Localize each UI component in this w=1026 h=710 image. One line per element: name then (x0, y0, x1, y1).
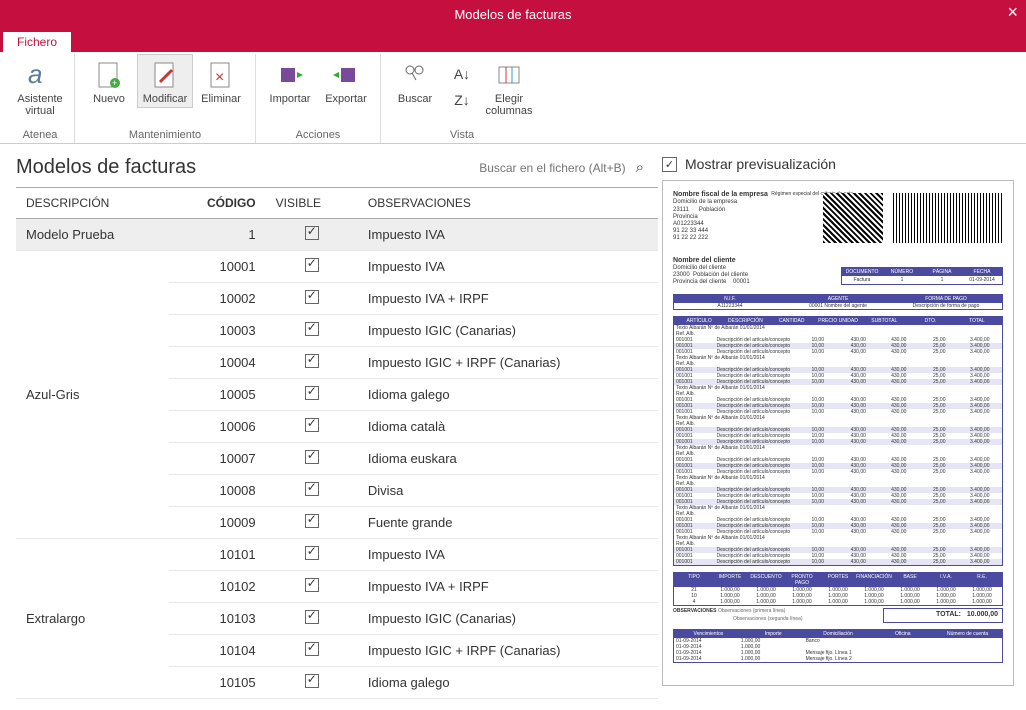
assistant-button[interactable]: a Asistente virtual (12, 54, 68, 120)
sort-desc-icon: Z↓ (454, 91, 470, 109)
group-cell: Azul-Gris (16, 251, 169, 539)
col-visible[interactable]: VISIBLE (266, 188, 358, 219)
group-actions: Acciones (296, 129, 341, 143)
svg-text:+: + (112, 78, 117, 88)
search-input[interactable] (456, 161, 626, 175)
ribbon-tabs: Fichero (0, 28, 1026, 52)
search-button[interactable]: Buscar (387, 54, 443, 108)
export-icon (333, 57, 359, 93)
sort-desc-button[interactable]: Z↓ (445, 88, 479, 112)
ribbon: a Asistente virtual Atenea +Nuevo Modifi… (0, 52, 1026, 144)
modify-button[interactable]: Modificar (137, 54, 193, 108)
delete-button[interactable]: ×Eliminar (193, 54, 249, 108)
group-maint: Mantenimiento (129, 129, 201, 143)
visible-checkbox[interactable] (305, 578, 319, 592)
search-magnifier-icon[interactable]: ⌕ (636, 159, 644, 176)
search-icon (402, 57, 428, 93)
delete-icon: × (208, 57, 234, 93)
preview-checkbox[interactable]: ✓ (662, 157, 677, 172)
table-row[interactable]: Extralargo10101Impuesto IVA (16, 539, 658, 571)
export-button[interactable]: Exportar (318, 54, 374, 108)
sort-asc-button[interactable]: A↓ (445, 62, 479, 86)
visible-checkbox[interactable] (305, 514, 319, 528)
visible-checkbox[interactable] (305, 290, 319, 304)
columns-icon (496, 57, 522, 93)
visible-checkbox[interactable] (305, 386, 319, 400)
assistant-icon: a (26, 57, 54, 93)
columns-button[interactable]: Elegir columnas (481, 54, 537, 120)
table-row[interactable]: Modelo Prueba1Impuesto IVA (16, 219, 658, 251)
visible-checkbox[interactable] (305, 546, 319, 560)
col-obs[interactable]: OBSERVACIONES (358, 188, 658, 219)
barcode-icon (893, 193, 1003, 243)
visible-checkbox[interactable] (305, 258, 319, 272)
new-icon: + (96, 57, 122, 93)
visible-checkbox[interactable] (305, 642, 319, 656)
sort-asc-icon: A↓ (454, 65, 470, 83)
invoice-preview: Nombre fiscal de la empresa Domicilio de… (662, 180, 1014, 686)
table-row[interactable]: Azul-Gris10001Impuesto IVA (16, 251, 658, 283)
group-view: Vista (450, 129, 474, 143)
visible-checkbox[interactable] (305, 322, 319, 336)
import-icon (277, 57, 303, 93)
visible-checkbox[interactable] (305, 674, 319, 688)
tab-file[interactable]: Fichero (2, 31, 72, 52)
close-icon[interactable]: × (1007, 2, 1018, 23)
svg-text:×: × (215, 69, 224, 86)
group-cell: Modelo Prueba (16, 219, 169, 251)
col-desc[interactable]: DESCRIPCIÓN (16, 188, 169, 219)
preview-label: Mostrar previsualización (685, 156, 836, 172)
visible-checkbox[interactable] (305, 354, 319, 368)
modify-icon (152, 57, 178, 93)
visible-checkbox[interactable] (305, 418, 319, 432)
visible-checkbox[interactable] (305, 610, 319, 624)
group-cell: Extralargo (16, 539, 169, 699)
title-bar: Modelos de facturas × (0, 0, 1026, 28)
new-button[interactable]: +Nuevo (81, 54, 137, 108)
models-grid[interactable]: DESCRIPCIÓN CÓDIGO VISIBLE OBSERVACIONES… (16, 187, 658, 710)
page-title: Modelos de facturas (16, 156, 196, 179)
window-title: Modelos de facturas (454, 7, 571, 22)
visible-checkbox[interactable] (305, 450, 319, 464)
visible-checkbox[interactable] (305, 482, 319, 496)
svg-text:a: a (28, 61, 42, 89)
import-button[interactable]: Importar (262, 54, 318, 108)
qr-code-icon (823, 193, 883, 243)
col-code[interactable]: CÓDIGO (169, 188, 266, 219)
group-atenea: Atenea (23, 129, 58, 143)
visible-checkbox[interactable] (305, 226, 319, 240)
